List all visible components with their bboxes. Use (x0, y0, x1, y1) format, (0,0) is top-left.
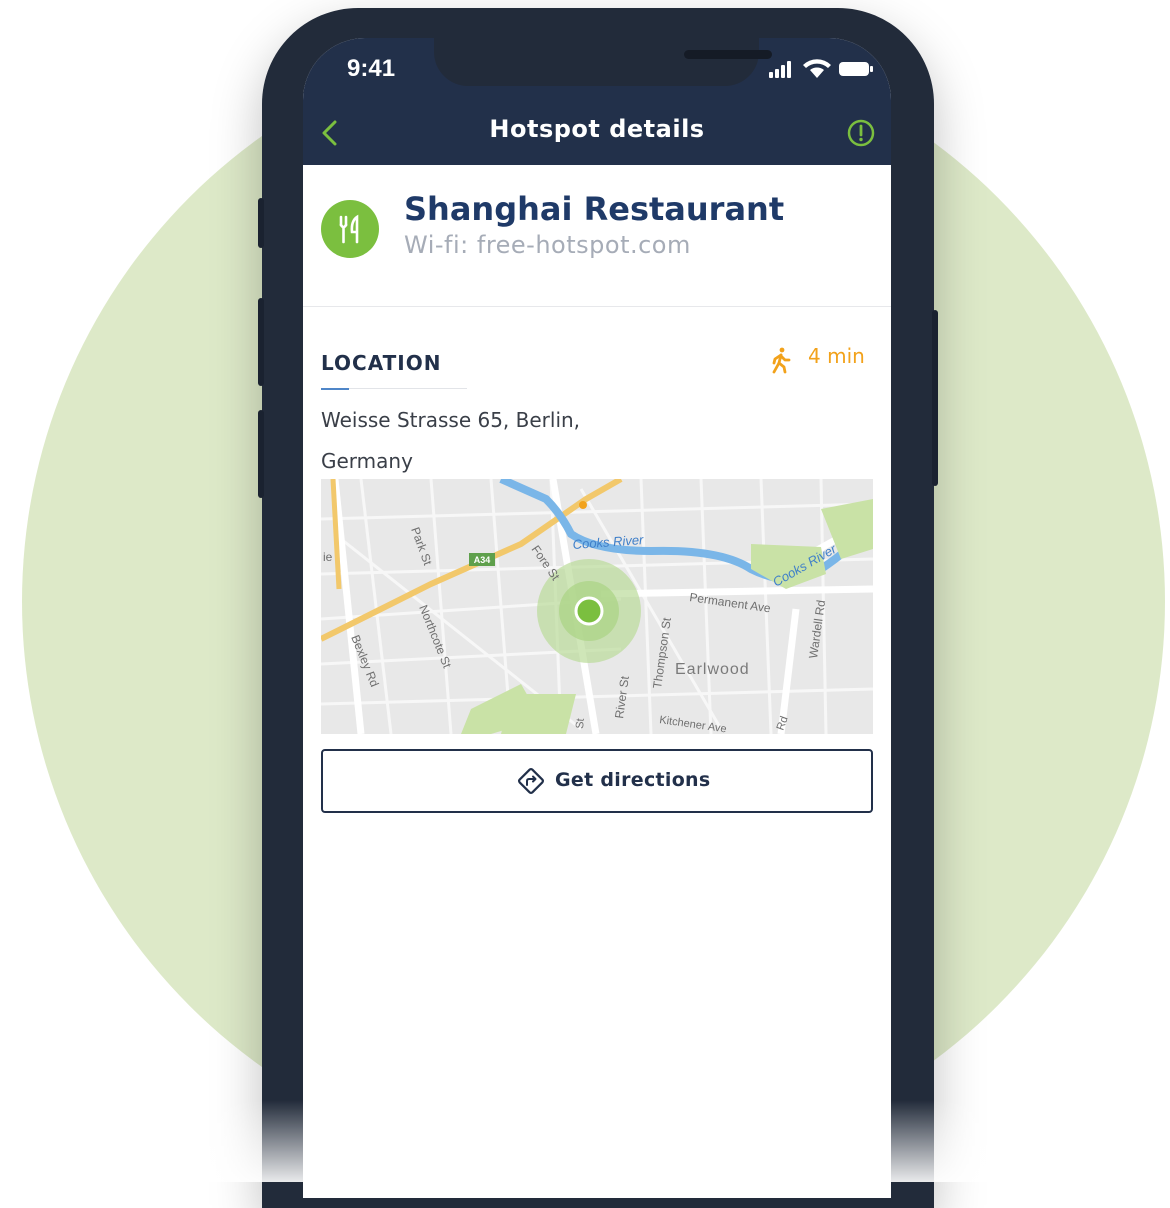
mute-switch (258, 198, 264, 248)
section-divider (303, 306, 891, 307)
volume-up-button (258, 298, 264, 386)
phone-screen: 9:41 Hotspot details Shanghai Restaurant… (303, 38, 891, 1198)
location-section-title: LOCATION (321, 351, 442, 375)
section-title-rule (349, 388, 467, 389)
status-time: 9:41 (347, 55, 396, 82)
hotspot-location-pin[interactable] (574, 596, 604, 626)
status-icons (769, 59, 873, 78)
walk-time: 4 min (808, 344, 865, 368)
page-title: Hotspot details (489, 115, 705, 143)
get-directions-button[interactable]: Get directions (321, 749, 873, 813)
bottom-fade (0, 1100, 1170, 1182)
wifi-network-name: Wi-fi: free-hotspot.com (404, 231, 691, 259)
power-button (932, 310, 938, 486)
map-label-st: St (574, 718, 587, 729)
map-road-badge-label: A34 (474, 555, 491, 565)
address-line-2: Germany (321, 449, 413, 473)
map-canvas: A34 ie Park St Fore St Northcote St Bexl… (321, 479, 873, 734)
map-label-suburb: Earlwood (675, 661, 750, 678)
section-title-accent (321, 388, 349, 390)
walking-person-icon (772, 347, 791, 374)
report-alert-icon[interactable] (846, 118, 876, 148)
battery-icon (839, 62, 873, 76)
navigation-bar: 9:41 Hotspot details (303, 38, 891, 165)
hotspot-name: Shanghai Restaurant (404, 190, 785, 228)
hotspot-header: Shanghai Restaurant Wi-fi: free-hotspot.… (303, 165, 891, 307)
wifi-icon (803, 59, 831, 78)
get-directions-label: Get directions (555, 769, 711, 791)
speaker (684, 50, 772, 59)
notch (434, 38, 772, 86)
restaurant-category-badge (321, 200, 379, 258)
signal-icon (769, 61, 791, 78)
fork-knife-icon (339, 214, 359, 244)
directions-icon (518, 768, 544, 794)
location-map[interactable]: A34 ie Park St Fore St Northcote St Bexl… (321, 479, 873, 734)
map-label-partial: ie (323, 550, 333, 564)
volume-down-button (258, 410, 264, 498)
address-line-1: Weisse Strasse 65, Berlin, (321, 408, 581, 432)
map-poi-dot (579, 501, 587, 509)
